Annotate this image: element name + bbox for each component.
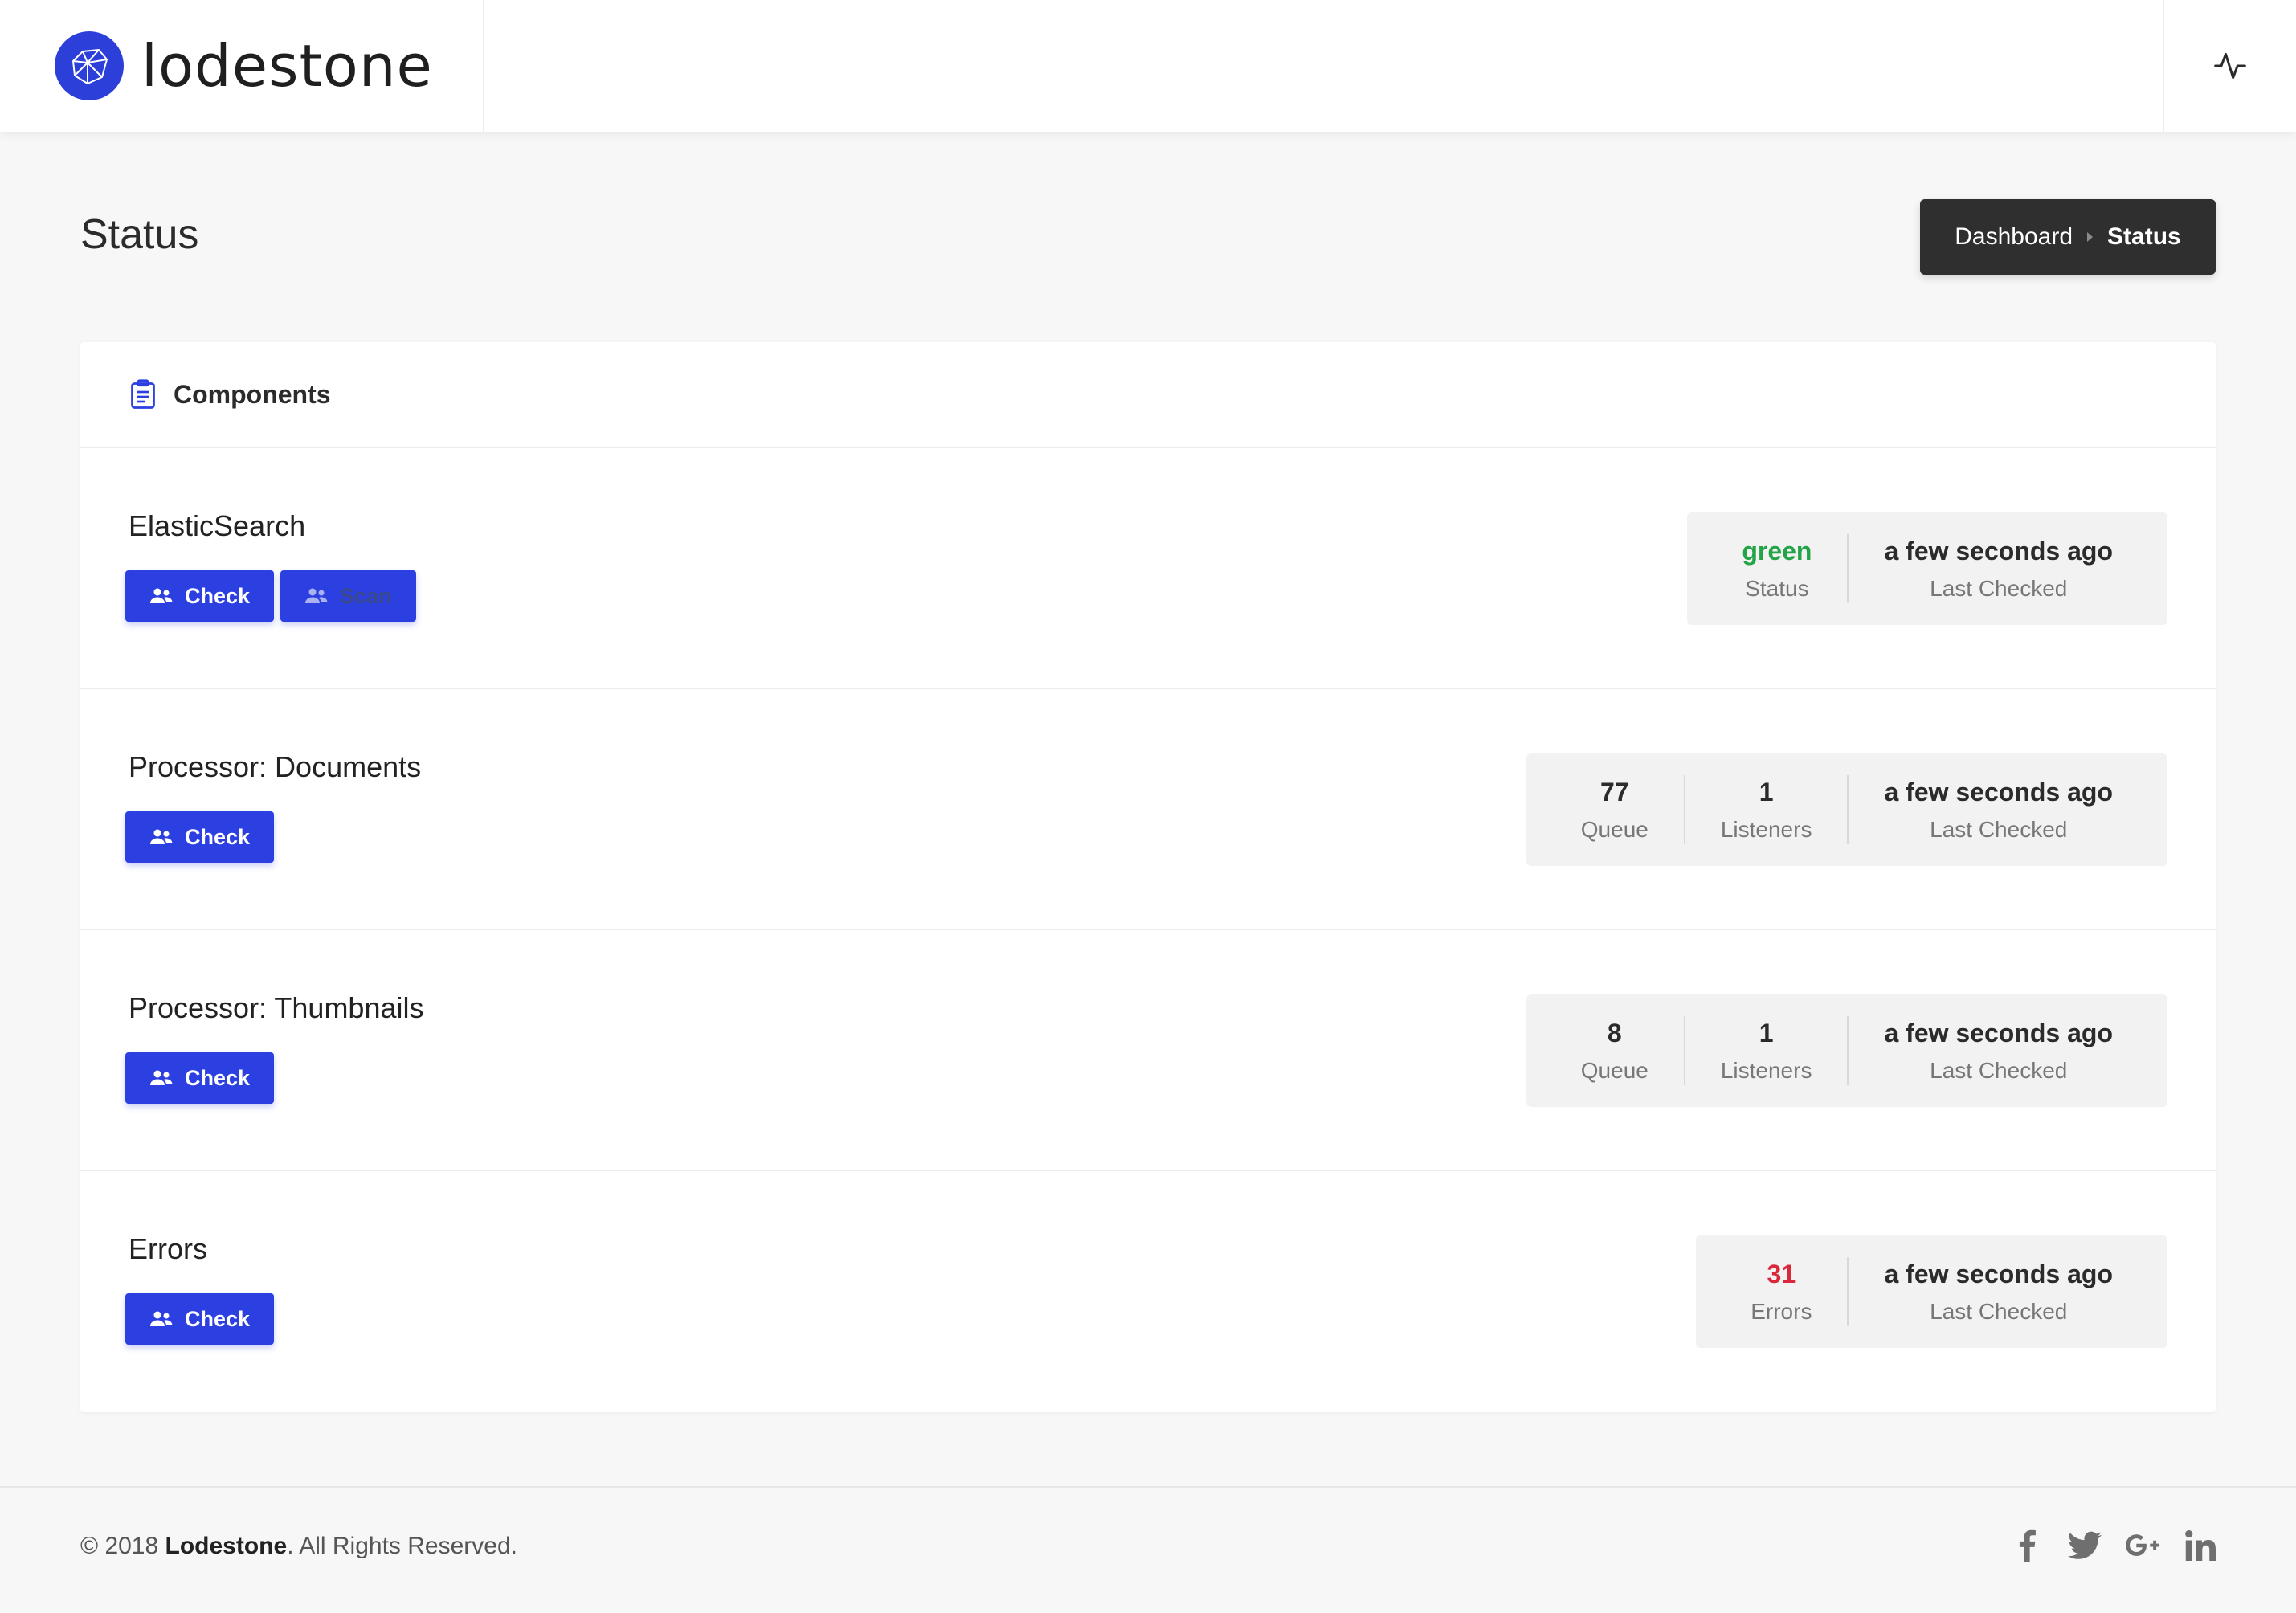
twitter-icon[interactable] [2068,1529,2102,1562]
breadcrumb-dashboard-link[interactable]: Dashboard [1955,223,2073,251]
breadcrumb-separator-icon [2087,232,2094,242]
lodestone-gem-icon [55,31,124,100]
stat-last-checked: a few seconds ago Last Checked [1847,534,2148,603]
stat-value: a few seconds ago [1884,777,2113,806]
check-button[interactable]: Check [125,570,275,622]
stat-queue: 8 Queue [1546,1016,1684,1085]
stat-value: 77 [1600,777,1629,806]
check-button[interactable]: Check [125,811,275,863]
users-icon [150,829,173,844]
stat-queue: 77 Queue [1546,775,1684,844]
copyright-prefix: © 2018 [80,1533,165,1559]
footer-divider [0,1486,2296,1488]
activity-button[interactable] [2163,0,2296,132]
component-name: Processor: Documents [129,750,422,783]
button-label: Check [185,1306,251,1331]
linkedin-icon[interactable] [2184,1529,2217,1562]
stat-label: Last Checked [1930,575,2068,601]
stat-value: a few seconds ago [1884,1259,2113,1288]
stat-value: 1 [1759,777,1774,806]
stat-status: green Status [1706,534,1847,603]
check-button[interactable]: Check [125,1052,275,1104]
stat-label: Queue [1580,816,1648,842]
card-header: Components [80,342,2216,448]
card-title: Components [174,379,331,409]
stat-label: Last Checked [1930,1057,2068,1083]
component-actions: Check [125,1052,275,1104]
component-stats: 77 Queue 1 Listeners a few seconds ago Last C… [1526,753,2167,866]
stat-last-checked: a few seconds ago Last Checked [1847,1016,2148,1085]
stat-value: 1 [1759,1018,1774,1047]
component-name: Errors [129,1232,207,1265]
header-spacer [484,0,2163,132]
breadcrumb-current: Status [2107,223,2181,250]
users-icon [150,588,173,603]
component-row: Errors Check 31 Errors a few seconds ago Last… [80,1171,2216,1412]
copyright-company: Lodestone [165,1533,288,1559]
stat-value: 31 [1767,1259,1796,1288]
scan-button: Scan [280,570,416,622]
stat-listeners: 1 Listeners [1683,1016,1848,1085]
stat-value: a few seconds ago [1884,536,2113,566]
stat-listeners: 1 Listeners [1683,775,1848,844]
copyright-suffix: . All Rights Reserved. [287,1533,517,1559]
top-header: lodestone [0,0,2296,132]
activity-pulse-icon [2214,52,2246,80]
check-button[interactable]: Check [125,1293,275,1345]
stat-label: Listeners [1720,1057,1812,1083]
breadcrumb: Dashboard Status [1920,199,2216,275]
component-actions: Check [125,1293,275,1345]
component-row: ElasticSearch Check Scan green Status a few s… [80,448,2216,689]
facebook-icon[interactable] [2010,1529,2044,1562]
stat-value: a few seconds ago [1884,1018,2113,1047]
component-name: Processor: Thumbnails [129,991,424,1024]
stat-label: Last Checked [1930,1298,2068,1324]
stat-label: Listeners [1720,816,1812,842]
brand[interactable]: lodestone [0,0,484,132]
button-label: Check [185,824,251,849]
stat-label: Status [1745,575,1809,601]
component-stats: 31 Errors a few seconds ago Last Checked [1696,1235,2167,1348]
stat-label: Queue [1580,1057,1648,1083]
component-list: ElasticSearch Check Scan green Status a few s… [80,448,2216,1412]
social-links [2010,1529,2217,1562]
button-label: Scan [340,583,392,608]
clipboard-icon [131,379,155,409]
copyright: © 2018 Lodestone. All Rights Reserved. [80,1533,517,1560]
brand-name: lodestone [141,32,433,100]
component-actions: Check Scan [125,570,416,622]
users-icon [305,588,328,603]
stat-label: Last Checked [1930,816,2068,842]
component-actions: Check [125,811,275,863]
stat-last-checked: a few seconds ago Last Checked [1847,1257,2148,1326]
users-icon [150,1311,173,1326]
google-plus-icon[interactable] [2126,1529,2159,1562]
button-label: Check [185,583,251,608]
button-label: Check [185,1065,251,1090]
component-stats: 8 Queue 1 Listeners a few seconds ago Last Ch… [1526,994,2167,1107]
page-title: Status [80,211,199,258]
components-card: Components ElasticSearch Check Scan green St… [80,342,2216,1412]
stat-errors: 31 Errors [1715,1257,1847,1326]
stat-last-checked: a few seconds ago Last Checked [1847,775,2148,844]
stat-label: Errors [1751,1298,1812,1324]
component-row: Processor: Documents Check 77 Queue 1 Listene… [80,689,2216,930]
users-icon [150,1070,173,1085]
component-stats: green Status a few seconds ago Last Checked [1687,512,2167,625]
stat-value: 8 [1607,1018,1622,1047]
component-name: ElasticSearch [129,509,306,542]
component-row: Processor: Thumbnails Check 8 Queue 1 Listene… [80,930,2216,1171]
stat-value: green [1742,536,1812,566]
